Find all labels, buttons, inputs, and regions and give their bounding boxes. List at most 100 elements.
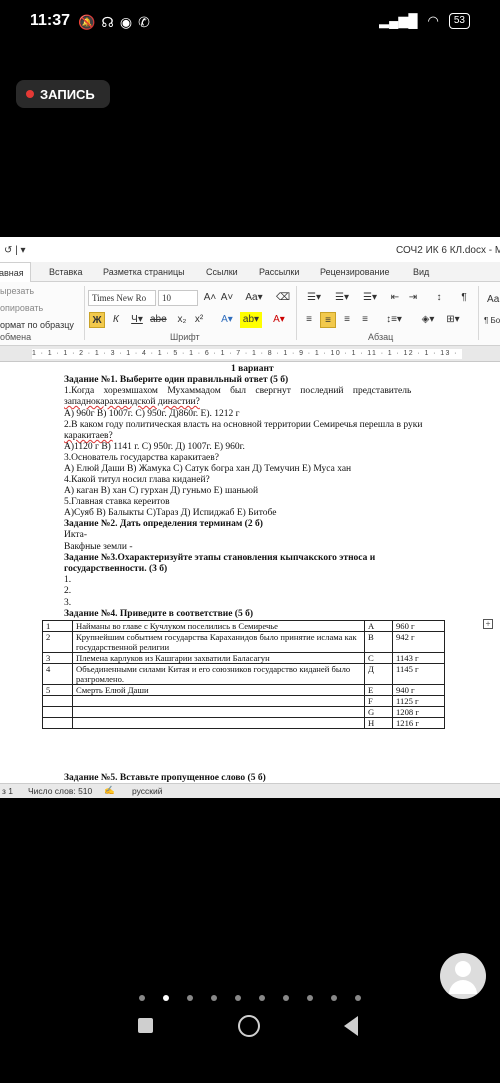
language-indicator[interactable]: русский <box>132 786 163 796</box>
font-color-icon[interactable]: A▾ <box>270 312 288 328</box>
borders-icon[interactable]: ⊞▾ <box>443 312 463 328</box>
style-preview[interactable]: Аа <box>487 294 499 305</box>
event-cell[interactable]: Объединенными силами Китая и его союзник… <box>72 663 365 685</box>
battery-icon: 53 <box>448 13 470 29</box>
row-number[interactable]: 5 <box>42 684 73 696</box>
decrease-indent-icon[interactable]: ⇤ <box>388 290 402 306</box>
dot[interactable] <box>307 995 313 1001</box>
tab-page-layout[interactable]: Разметка страницы <box>103 267 185 277</box>
tab-mailings[interactable]: Рассылки <box>259 267 299 277</box>
letter-cell[interactable]: С <box>364 652 393 664</box>
row-number[interactable] <box>42 695 73 707</box>
year-cell[interactable]: 960 г <box>392 620 445 632</box>
word-window: ↺ | ▾ СОЧ2 ИК 6 КЛ.docx - M авная Вставк… <box>0 237 500 798</box>
document-page[interactable]: 1 вариант Задание №1. Выберите один прав… <box>0 362 500 784</box>
event-cell[interactable] <box>72 717 365 729</box>
italic-icon[interactable]: К <box>110 312 122 328</box>
tab-home[interactable]: авная <box>0 262 31 283</box>
dot[interactable] <box>235 995 241 1001</box>
copy-button[interactable]: опировать <box>0 303 43 313</box>
align-right-icon[interactable]: ≡ <box>340 312 354 328</box>
year-cell[interactable]: 940 г <box>392 684 445 696</box>
numbering-icon[interactable]: ☰▾ <box>330 290 354 306</box>
increase-indent-icon[interactable]: ⇥ <box>406 290 420 306</box>
spellcheck-icon[interactable]: ✍ <box>104 785 115 796</box>
year-cell[interactable]: 1143 г <box>392 652 445 664</box>
underline-icon[interactable]: Ч▾ <box>127 312 147 328</box>
dot-active[interactable] <box>163 995 169 1001</box>
superscript-icon[interactable]: x² <box>193 312 205 328</box>
letter-cell[interactable]: G <box>364 706 393 718</box>
text-effects-icon[interactable]: A▾ <box>218 312 236 328</box>
letter-cell[interactable]: Е <box>364 684 393 696</box>
cut-button[interactable]: ырезать <box>0 286 34 296</box>
table-move-handle-icon[interactable]: + <box>483 619 493 629</box>
recents-icon[interactable] <box>138 1018 153 1033</box>
event-cell[interactable] <box>72 695 365 707</box>
tab-insert[interactable]: Вставка <box>49 267 82 277</box>
letter-cell[interactable]: В <box>364 631 393 653</box>
row-number[interactable]: 2 <box>42 631 73 653</box>
task2-heading: Задание №2. Дать определения терминам (2… <box>64 519 263 529</box>
dot[interactable] <box>331 995 337 1001</box>
quick-access-icons[interactable]: ↺ | ▾ <box>4 245 26 256</box>
back-icon[interactable] <box>344 1016 358 1036</box>
ruler[interactable]: 1 · 1 · 1 · 2 · 1 · 3 · 1 · 4 · 1 · 5 · … <box>0 346 500 362</box>
pilcrow-icon[interactable]: ¶ <box>458 290 470 306</box>
bullets-icon[interactable]: ☰▾ <box>302 290 326 306</box>
letter-cell[interactable]: А <box>364 620 393 632</box>
format-painter-button[interactable]: ормат по образцу <box>0 320 74 330</box>
row-number[interactable] <box>42 706 73 718</box>
strikethrough-icon[interactable]: abe <box>150 312 167 328</box>
event-cell[interactable]: Найманы во главе с Кучлуком поселились в… <box>72 620 365 632</box>
line-spacing-icon[interactable]: ↕≡▾ <box>383 312 405 328</box>
row-number[interactable]: 1 <box>42 620 73 632</box>
shading-icon[interactable]: ◈▾ <box>417 312 439 328</box>
word-count[interactable]: Число слов: 510 <box>28 786 92 796</box>
page-indicator[interactable]: з 1 <box>2 786 13 796</box>
event-cell[interactable]: Крупнейшим событием государства Карахани… <box>72 631 365 653</box>
row-number[interactable]: 3 <box>42 652 73 664</box>
bold-icon[interactable]: Ж <box>89 312 105 328</box>
year-cell[interactable]: 1145 г <box>392 663 445 685</box>
dot[interactable] <box>259 995 265 1001</box>
year-cell[interactable]: 1125 г <box>392 695 445 707</box>
highlight-icon[interactable]: ab▾ <box>240 312 262 328</box>
tab-references[interactable]: Ссылки <box>206 267 238 277</box>
dot[interactable] <box>187 995 193 1001</box>
event-cell[interactable]: Смерть Елюй Даши <box>72 684 365 696</box>
tab-review[interactable]: Рецензирование <box>320 267 390 277</box>
justify-icon[interactable]: ≡ <box>358 312 372 328</box>
align-left-icon[interactable]: ≡ <box>302 312 316 328</box>
dot[interactable] <box>139 995 145 1001</box>
sort-icon[interactable]: ↕ <box>432 290 446 306</box>
dot[interactable] <box>283 995 289 1001</box>
subscript-icon[interactable]: x₂ <box>176 312 188 328</box>
dot[interactable] <box>355 995 361 1001</box>
row-number[interactable] <box>42 717 73 729</box>
dot[interactable] <box>211 995 217 1001</box>
change-case-icon[interactable]: Aa▾ <box>244 290 264 306</box>
align-center-icon[interactable]: ≡ <box>320 312 336 328</box>
multilevel-list-icon[interactable]: ☰▾ <box>358 290 382 306</box>
grow-font-icon[interactable]: A˄ <box>203 290 217 306</box>
letter-cell[interactable]: Д <box>364 663 393 685</box>
home-icon[interactable] <box>238 1015 260 1037</box>
event-cell[interactable]: Племена карлуков из Кашгарии захватили Б… <box>72 652 365 664</box>
term-2: Вакфные земли - <box>64 542 133 552</box>
tab-view[interactable]: Вид <box>413 267 429 277</box>
year-cell[interactable]: 1216 г <box>392 717 445 729</box>
year-cell[interactable]: 942 г <box>392 631 445 653</box>
recording-badge[interactable]: ЗАПИСЬ <box>16 80 110 108</box>
variant-heading: 1 вариант <box>231 364 274 374</box>
style-preview-2[interactable]: ¶ Бо <box>484 316 500 325</box>
row-number[interactable]: 4 <box>42 663 73 685</box>
event-cell[interactable] <box>72 706 365 718</box>
font-name-field[interactable]: Times New Ro <box>88 290 156 306</box>
clear-format-icon[interactable]: ⌫ <box>276 290 290 306</box>
year-cell[interactable]: 1208 г <box>392 706 445 718</box>
letter-cell[interactable]: H <box>364 717 393 729</box>
shrink-font-icon[interactable]: A˅ <box>220 290 234 306</box>
font-size-field[interactable]: 10 <box>158 290 198 306</box>
letter-cell[interactable]: F <box>364 695 393 707</box>
